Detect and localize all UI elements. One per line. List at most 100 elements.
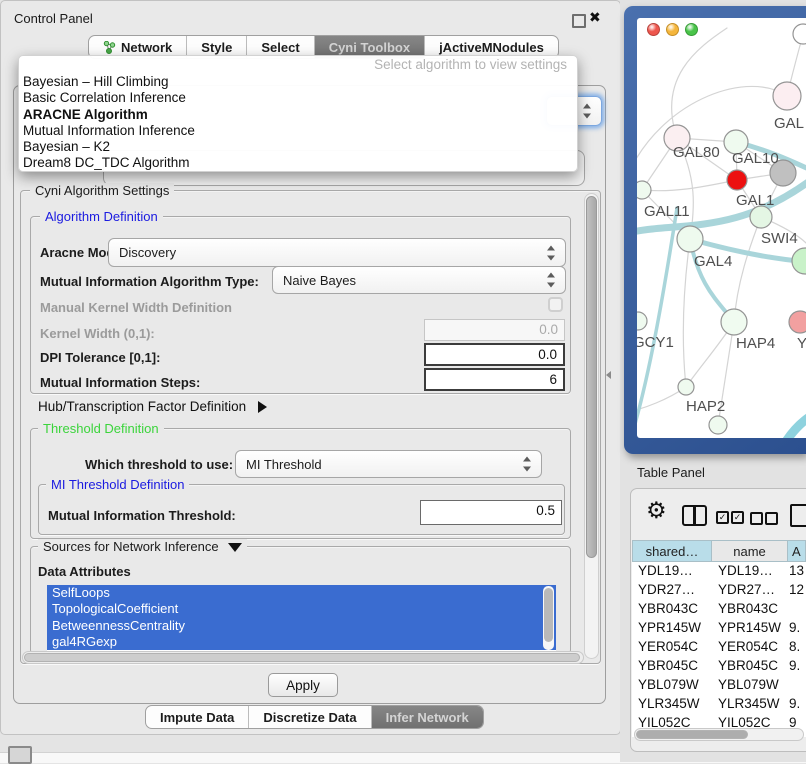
tab-impute-data[interactable]: Impute Data (146, 706, 248, 728)
table-row[interactable]: YBR045CYBR045C9. (632, 657, 806, 676)
tab-discretize-data[interactable]: Discretize Data (248, 706, 370, 728)
window-close-traffic-light[interactable] (647, 23, 660, 36)
stepper-icon (547, 245, 556, 260)
unchecked-box-icon[interactable] (765, 512, 778, 525)
which-threshold-combobox[interactable]: MI Threshold (235, 450, 542, 478)
checked-box-icon[interactable]: ✓ (731, 511, 744, 524)
stepper-icon (523, 457, 532, 472)
apply-button[interactable]: Apply (268, 673, 338, 697)
mi-type-combobox[interactable]: Naive Bayes (272, 266, 566, 294)
gear-icon[interactable]: ⚙ (646, 498, 667, 524)
expand-arrow-icon (258, 401, 267, 413)
aracne-mode-value: Discovery (119, 245, 176, 260)
kernel-width-field[interactable]: 0.0 (424, 319, 565, 341)
node-small-left[interactable] (637, 181, 651, 199)
dpi-tolerance-label: DPI Tolerance [0,1]: (40, 350, 160, 365)
algorithm-option[interactable]: Mutual Information Inference (19, 123, 577, 139)
sources-legend[interactable]: Sources for Network Inference (38, 539, 247, 554)
node-label: GAL10 (732, 150, 779, 167)
algorithm-option[interactable]: Basic Correlation Inference (19, 90, 577, 106)
node-bottom[interactable] (709, 416, 727, 434)
which-threshold-value: MI Threshold (246, 457, 322, 472)
node-gal4[interactable] (677, 226, 703, 252)
window-minimize-traffic-light[interactable] (666, 23, 679, 36)
mi-type-value: Naive Bayes (283, 273, 356, 288)
node-label: GAL11 (644, 203, 690, 220)
mi-threshold-definition-legend: MI Threshold Definition (46, 477, 189, 492)
settings-hscrollbar-thumb[interactable] (24, 653, 580, 662)
threshold-definition-legend: Threshold Definition (38, 421, 164, 436)
aracne-mode-combobox[interactable]: Discovery (108, 238, 566, 267)
table-row[interactable]: YDL19…YDL19…13 (632, 562, 806, 581)
tab-infer-network[interactable]: Infer Network (371, 706, 483, 728)
document-icon[interactable] (790, 504, 806, 527)
table-row[interactable]: YLR345WYLR345W9. (632, 695, 806, 714)
hub-definition-expander[interactable]: Hub/Transcription Factor Definition (38, 399, 267, 414)
table-row[interactable]: YPR145WYPR145W9. (632, 619, 806, 638)
attribute-item-selected[interactable]: TopologicalCoefficient (47, 601, 556, 617)
algorithm-option[interactable]: Bayesian – Hill Climbing (19, 74, 577, 90)
table-row[interactable]: YER054CYER054C8. (632, 638, 806, 657)
mi-threshold-label: Mutual Information Threshold: (48, 508, 236, 523)
dpi-tolerance-field[interactable]: 0.0 (424, 343, 565, 366)
node-gal1[interactable] (750, 206, 772, 228)
kernel-width-label: Kernel Width (0,1): (40, 326, 155, 341)
node-red-selected[interactable] (727, 170, 747, 190)
settings-scrollbar-thumb[interactable] (586, 196, 597, 558)
collapse-arrow-icon (228, 543, 242, 552)
attribute-item-selected[interactable]: BetweennessCentrality (47, 618, 556, 634)
data-attributes-label: Data Attributes (38, 564, 131, 579)
node-gcy1[interactable] (637, 312, 647, 330)
table-row[interactable]: YDR27…YDR27…12 (632, 581, 806, 600)
tab-network-label: Network (121, 40, 172, 55)
node-hap4[interactable] (721, 309, 747, 335)
checked-box-icon[interactable]: ✓ (716, 511, 729, 524)
window-zoom-traffic-light[interactable] (685, 23, 698, 36)
column-header-name[interactable]: name (712, 540, 788, 562)
node-label: HAP2 (686, 398, 725, 415)
cyni-algorithm-settings-legend: Cyni Algorithm Settings (30, 183, 174, 198)
attributes-scrollbar-thumb[interactable] (544, 588, 553, 642)
algorithm-option[interactable]: Bayesian – K2 (19, 139, 577, 155)
algorithm-definition-legend: Algorithm Definition (40, 209, 163, 224)
column-header-shared[interactable]: shared… (632, 540, 712, 562)
mi-threshold-field[interactable]: 0.5 (420, 500, 562, 525)
mi-type-label: Mutual Information Algorithm Type: (40, 274, 259, 289)
attribute-item-selected[interactable]: SelfLoops (47, 585, 556, 601)
node-bright-green[interactable] (792, 248, 806, 274)
bottom-tabbar: Impute Data Discretize Data Infer Networ… (145, 705, 484, 729)
network-canvas[interactable]: GAL80 GAL10 GAL11 GAL1 SWI4 GAL4 GCY1 HA… (637, 18, 806, 438)
table-row[interactable]: YBL079WYBL079W (632, 676, 806, 695)
node-label: GCY1 (637, 334, 674, 351)
table-row[interactable]: YBR043CYBR043C (632, 600, 806, 619)
unchecked-box-icon[interactable] (750, 512, 763, 525)
algorithm-dropdown-popup: Select algorithm to view settings Bayesi… (18, 55, 578, 172)
data-attributes-list[interactable]: SelfLoops TopologicalCoefficient Between… (47, 585, 556, 651)
float-panel-button[interactable] (572, 14, 586, 28)
node-partial[interactable] (793, 24, 806, 44)
close-panel-icon[interactable]: ✖ (589, 9, 601, 26)
node-gal-partial[interactable] (773, 82, 801, 110)
algorithm-option-selected[interactable]: ARACNE Algorithm (19, 107, 577, 123)
stepper-icon (583, 104, 592, 119)
stepper-icon (547, 273, 556, 288)
columns-icon[interactable] (682, 505, 707, 526)
node-salmon[interactable] (789, 311, 806, 333)
minimized-panel-icon[interactable] (8, 746, 32, 764)
mi-steps-field[interactable]: 6 (424, 368, 565, 391)
manual-kernel-checkbox[interactable] (548, 297, 563, 312)
node-label: GAL4 (694, 253, 732, 270)
table-body: YDL19…YDL19…13 YDR27…YDR27…12 YBR043CYBR… (632, 562, 806, 737)
mi-steps-label: Mutual Information Steps: (40, 375, 200, 390)
node-label: SWI4 (761, 230, 798, 247)
algorithm-option[interactable]: Dream8 DC_TDC Algorithm (19, 155, 577, 171)
network-graph: GAL80 GAL10 GAL11 GAL1 SWI4 GAL4 GCY1 HA… (637, 18, 806, 438)
column-header-partial[interactable]: A (788, 540, 806, 562)
sources-legend-label: Sources for Network Inference (43, 539, 219, 554)
table-panel-title: Table Panel (637, 465, 705, 480)
attribute-item-selected[interactable]: gal4RGexp (47, 634, 556, 650)
node-label-partial: GAL (774, 115, 804, 132)
table-hscrollbar-thumb[interactable] (636, 730, 748, 739)
splitter-handle-icon[interactable] (606, 371, 611, 379)
node-hap2[interactable] (678, 379, 694, 395)
